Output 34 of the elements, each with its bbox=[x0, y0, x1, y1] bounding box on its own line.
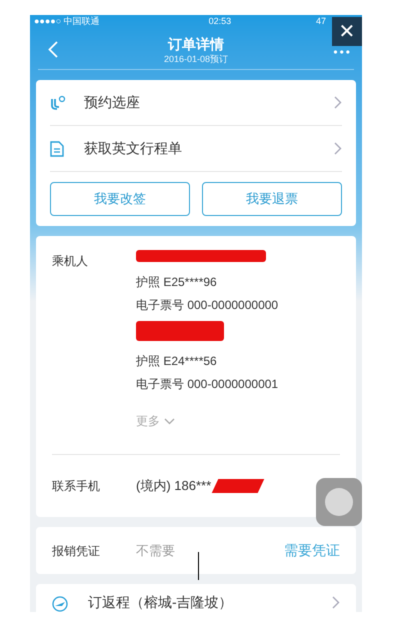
chevron-right-icon bbox=[334, 96, 342, 109]
document-icon bbox=[50, 140, 64, 156]
passport-number: 护照 E24****56 bbox=[136, 353, 218, 369]
phone-number: (境内) 186*** bbox=[136, 477, 212, 496]
seat-icon bbox=[50, 94, 66, 110]
action-row[interactable]: 获取英文行程单 bbox=[50, 126, 342, 172]
text-cursor bbox=[198, 552, 199, 580]
invoice-link[interactable]: 需要凭证 bbox=[284, 540, 340, 561]
action-button[interactable]: 我要改签 bbox=[50, 182, 190, 216]
ticket-number: 电子票号 000-0000000001 bbox=[136, 376, 278, 392]
close-button[interactable]: ✕ bbox=[332, 17, 362, 46]
action-button[interactable]: 我要退票 bbox=[202, 182, 342, 216]
page-subtitle: 2016-01-08预订 bbox=[164, 53, 228, 65]
assistive-touch-button[interactable] bbox=[316, 478, 362, 526]
field-label: 乘机人 bbox=[52, 253, 89, 270]
back-button[interactable] bbox=[48, 41, 58, 58]
redaction-mark bbox=[212, 479, 264, 493]
carrier-label: ●●●●○ 中国联通 bbox=[34, 15, 100, 28]
chevron-down-icon bbox=[164, 418, 175, 424]
field-label: 联系手机 bbox=[52, 478, 101, 495]
passport-number: 护照 E25****96 bbox=[136, 274, 218, 290]
status-time: 02:53 bbox=[208, 15, 232, 28]
action-row[interactable]: 预约选座 bbox=[50, 80, 342, 126]
field-label: 报销凭证 bbox=[52, 542, 101, 560]
chevron-right-icon bbox=[332, 596, 340, 609]
battery-percent: 47 bbox=[316, 15, 327, 28]
more-button[interactable]: ••• bbox=[333, 47, 352, 57]
ticket-number: 电子票号 000-0000000000 bbox=[136, 297, 278, 313]
return-trip-row[interactable]: 订返程（榕城-吉隆坡） bbox=[36, 584, 356, 612]
chevron-right-icon bbox=[334, 142, 342, 155]
page-title: 订单详情 bbox=[168, 35, 224, 53]
more-toggle[interactable]: 更多 bbox=[136, 412, 278, 430]
plane-icon bbox=[52, 596, 68, 612]
field-value: 不需要 bbox=[136, 542, 176, 560]
